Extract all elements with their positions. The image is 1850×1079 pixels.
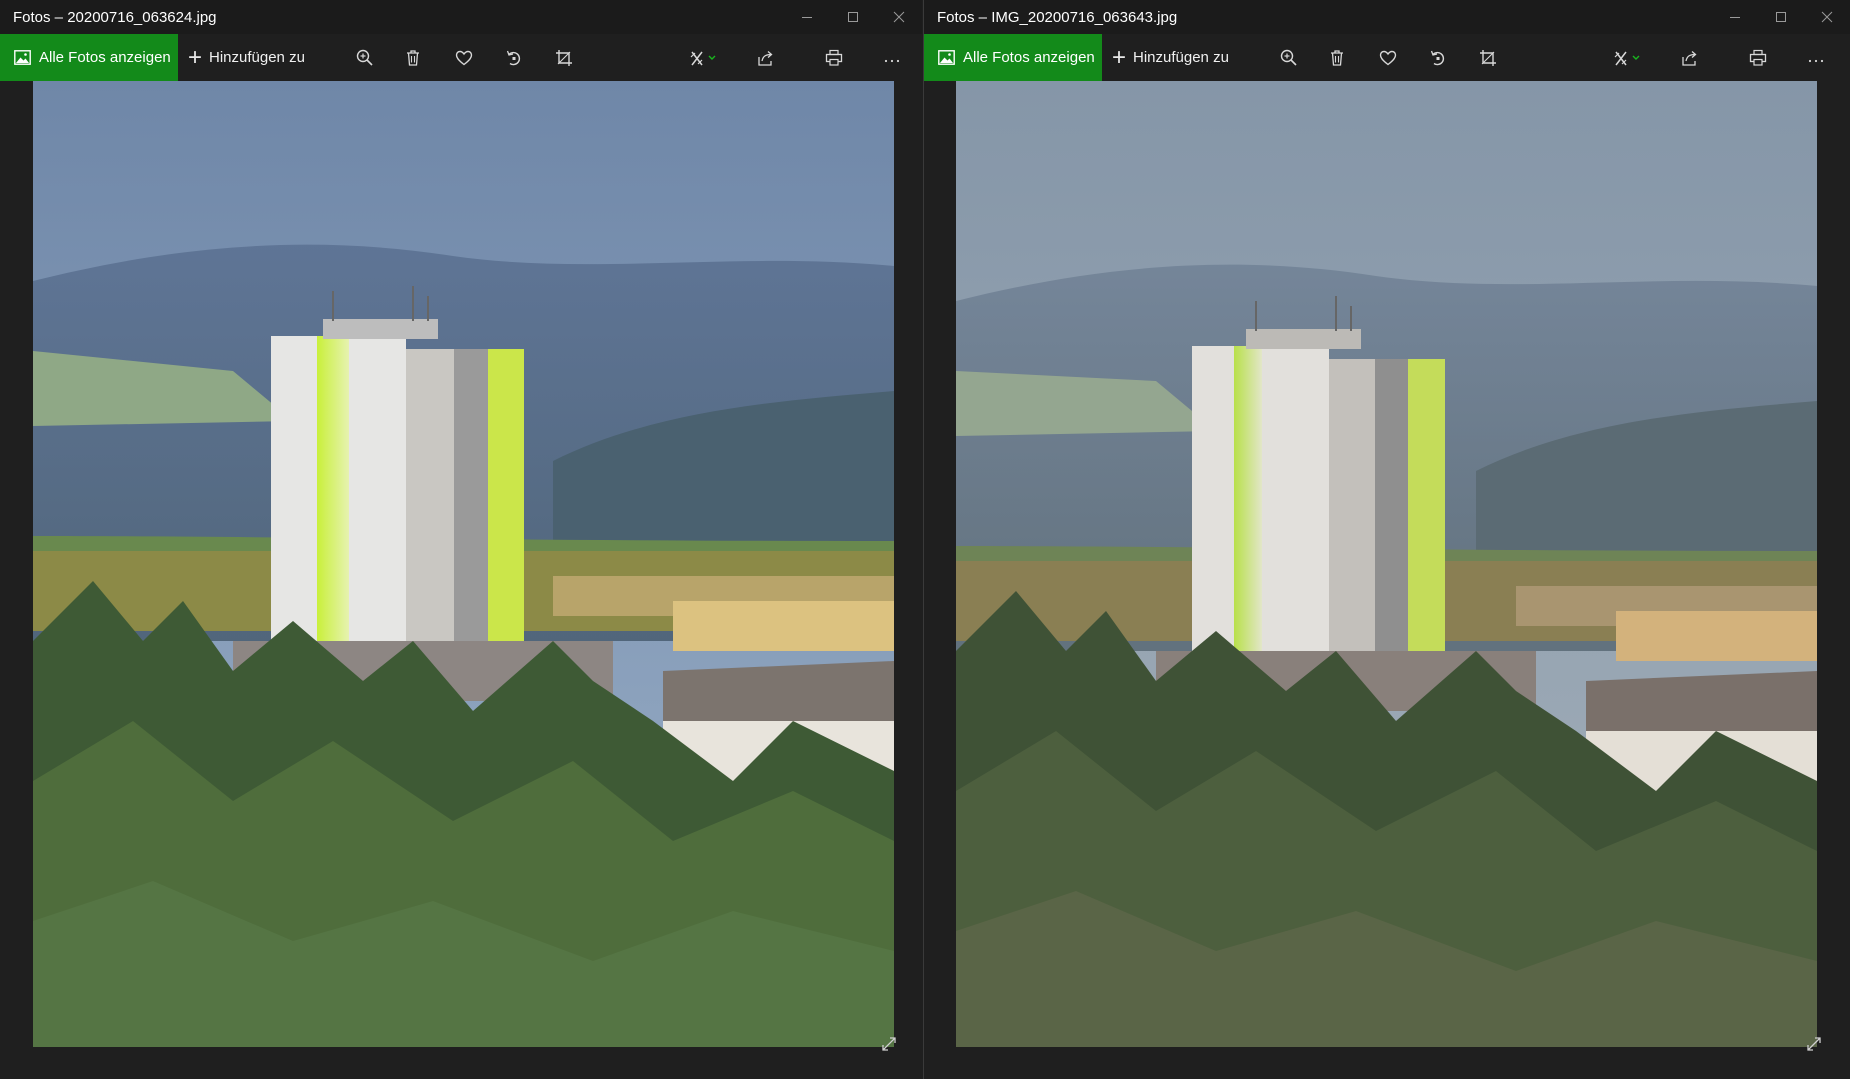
more-button[interactable] — [1798, 34, 1834, 81]
title-bar[interactable]: Fotos – IMG_20200716_063643.jpg — [924, 0, 1850, 34]
photo-canvas[interactable] — [33, 81, 894, 1047]
maximize-button[interactable] — [1758, 0, 1804, 34]
plus-icon: + — [188, 43, 203, 71]
photos-window-right: Fotos – IMG_20200716_063643.jpg Alle Fot… — [923, 0, 1850, 1079]
share-button[interactable] — [1672, 34, 1708, 81]
delete-button[interactable] — [395, 34, 431, 81]
all-photos-button[interactable]: Alle Fotos anzeigen — [0, 34, 178, 81]
zoom-button[interactable] — [347, 34, 383, 81]
window-title: Fotos – IMG_20200716_063643.jpg — [937, 9, 1178, 26]
crop-button[interactable] — [1470, 34, 1506, 81]
minimize-button[interactable] — [1712, 0, 1758, 34]
add-to-label: Hinzufügen zu — [1133, 49, 1229, 66]
zoom-icon — [1280, 49, 1297, 66]
print-button[interactable] — [1740, 34, 1776, 81]
photo-icon — [14, 50, 31, 65]
zoom-button[interactable] — [1271, 34, 1307, 81]
window-title: Fotos – 20200716_063624.jpg — [13, 9, 217, 26]
delete-icon — [407, 49, 419, 66]
print-icon — [1749, 49, 1767, 66]
zoom-icon — [356, 49, 373, 66]
more-icon — [1808, 59, 1824, 62]
add-to-button[interactable]: + Hinzufügen zu — [188, 34, 305, 81]
maximize-button[interactable] — [830, 0, 876, 34]
close-button[interactable] — [1804, 0, 1850, 34]
minimize-icon — [802, 17, 812, 18]
fullscreen-expand-icon[interactable] — [1805, 1035, 1823, 1053]
crop-button[interactable] — [546, 34, 582, 81]
edit-create-button[interactable] — [1605, 34, 1651, 81]
toolbar: Alle Fotos anzeigen + Hinzufügen zu — [0, 34, 922, 81]
maximize-icon — [848, 12, 858, 22]
add-to-label: Hinzufügen zu — [209, 49, 305, 66]
fullscreen-expand-icon[interactable] — [880, 1035, 898, 1053]
plus-icon: + — [1112, 43, 1127, 71]
delete-button[interactable] — [1319, 34, 1355, 81]
close-icon — [1821, 11, 1833, 23]
share-icon — [758, 50, 773, 66]
photo-canvas[interactable] — [956, 81, 1817, 1047]
print-icon — [825, 49, 843, 66]
crop-icon — [1480, 49, 1496, 66]
photo-icon — [938, 50, 955, 65]
rotate-icon — [1430, 50, 1445, 65]
share-icon — [1682, 50, 1697, 66]
rotate-button[interactable] — [496, 34, 532, 81]
landscape-photo — [956, 81, 1817, 1047]
photos-window-left: Fotos – 20200716_063624.jpg Alle Fotos a… — [0, 0, 922, 1079]
landscape-photo — [33, 81, 894, 1047]
delete-icon — [1331, 49, 1343, 66]
share-button[interactable] — [748, 34, 784, 81]
rotate-icon — [506, 50, 521, 65]
close-button[interactable] — [876, 0, 922, 34]
favorite-button[interactable] — [1370, 34, 1406, 81]
close-icon — [893, 11, 905, 23]
title-bar[interactable]: Fotos – 20200716_063624.jpg — [0, 0, 922, 34]
edit-icon — [1614, 51, 1640, 65]
rotate-button[interactable] — [1420, 34, 1456, 81]
more-button[interactable] — [874, 34, 910, 81]
favorite-icon — [455, 50, 473, 65]
favorite-icon — [1379, 50, 1397, 65]
minimize-button[interactable] — [784, 0, 830, 34]
all-photos-button[interactable]: Alle Fotos anzeigen — [924, 34, 1102, 81]
minimize-icon — [1730, 17, 1740, 18]
add-to-button[interactable]: + Hinzufügen zu — [1112, 34, 1229, 81]
crop-icon — [556, 49, 572, 66]
edit-icon — [690, 51, 716, 65]
all-photos-label: Alle Fotos anzeigen — [39, 49, 171, 66]
more-icon — [884, 59, 900, 62]
edit-create-button[interactable] — [681, 34, 727, 81]
all-photos-label: Alle Fotos anzeigen — [963, 49, 1095, 66]
print-button[interactable] — [816, 34, 852, 81]
favorite-button[interactable] — [446, 34, 482, 81]
maximize-icon — [1776, 12, 1786, 22]
toolbar: Alle Fotos anzeigen + Hinzufügen zu — [924, 34, 1850, 81]
